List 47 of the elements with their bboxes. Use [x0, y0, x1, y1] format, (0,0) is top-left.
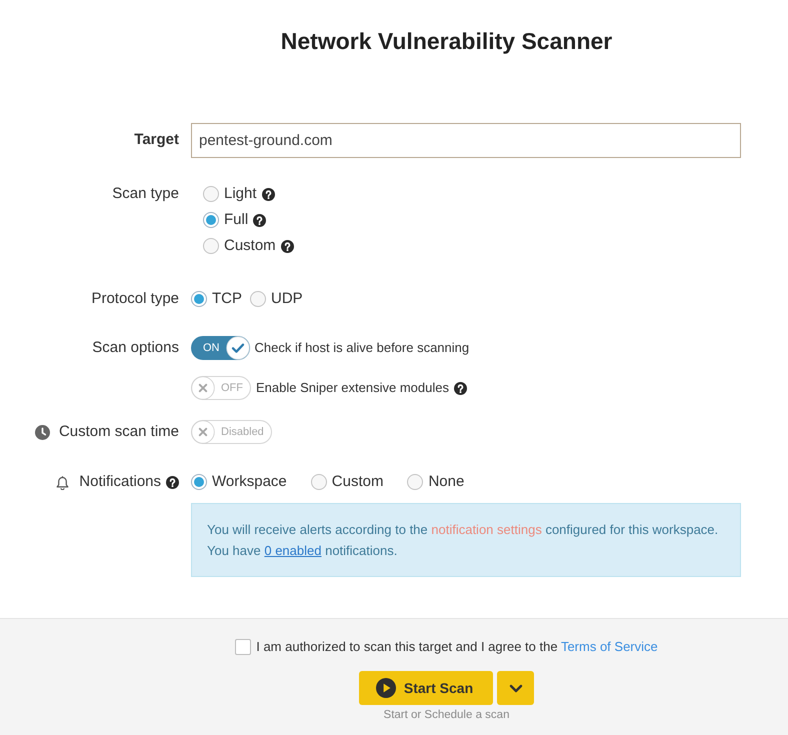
radio-label[interactable]: Full: [224, 208, 248, 232]
radio-button[interactable]: [203, 238, 219, 254]
field-label: Notifications: [79, 472, 161, 492]
radio-button[interactable]: [407, 474, 424, 490]
cross-icon: [191, 376, 215, 400]
radio-button[interactable]: [191, 291, 207, 307]
radio-button[interactable]: [191, 474, 207, 490]
field-label: Protocol type: [91, 288, 179, 309]
radio-button[interactable]: [203, 212, 219, 228]
field-label: Scan options: [92, 338, 179, 358]
radio-label[interactable]: None: [428, 470, 464, 494]
page-title: Network Vulnerability Scanner: [280, 27, 614, 56]
help-icon[interactable]: [262, 188, 275, 200]
start-scan-button[interactable]: Start Scan: [358, 671, 494, 705]
check-icon: [226, 336, 250, 360]
info-text: You have 0 enabled notifications.: [207, 542, 398, 560]
radio-button[interactable]: [310, 474, 327, 490]
bell-icon: [55, 474, 70, 490]
help-icon[interactable]: [166, 476, 179, 488]
info-text: You will receive alerts according to the notification settings configured for this workspace.: [207, 521, 720, 539]
agree-checkbox[interactable]: [235, 639, 252, 655]
radio-label[interactable]: Custom: [332, 470, 384, 494]
chevron-down-icon: [508, 684, 523, 692]
radio-label[interactable]: TCP: [212, 288, 242, 310]
caption-text: Start or Schedule a scan: [384, 708, 510, 722]
dropdown-button[interactable]: [497, 671, 534, 705]
option-label: Enable Sniper extensive modules: [256, 379, 449, 398]
option-label: Check if host is alive before scanning: [254, 339, 470, 358]
target-field[interactable]: pentest-ground.com: [191, 123, 741, 158]
cross-icon: [191, 420, 215, 444]
help-icon[interactable]: [454, 382, 467, 394]
radio-label[interactable]: Light: [224, 182, 257, 206]
field-label: Target: [134, 130, 179, 150]
radio-label[interactable]: Workspace: [212, 470, 287, 494]
help-icon[interactable]: [280, 240, 294, 252]
count-link[interactable]: 0 enabled: [264, 543, 322, 558]
toggle-switch[interactable]: ON: [191, 336, 250, 360]
radio-label[interactable]: Custom: [224, 234, 276, 258]
play-icon: [376, 678, 396, 698]
clock-icon: [34, 424, 50, 440]
field-label: Custom scan time: [58, 422, 179, 442]
radio-button[interactable]: [203, 186, 219, 202]
field-label: Scan type: [112, 184, 179, 204]
radio-button[interactable]: [250, 291, 266, 307]
help-icon[interactable]: [253, 214, 266, 226]
agreement-text: I am authorized to scan this target and I agree to the Terms of Service: [256, 638, 658, 656]
radio-label[interactable]: UDP: [271, 288, 303, 310]
